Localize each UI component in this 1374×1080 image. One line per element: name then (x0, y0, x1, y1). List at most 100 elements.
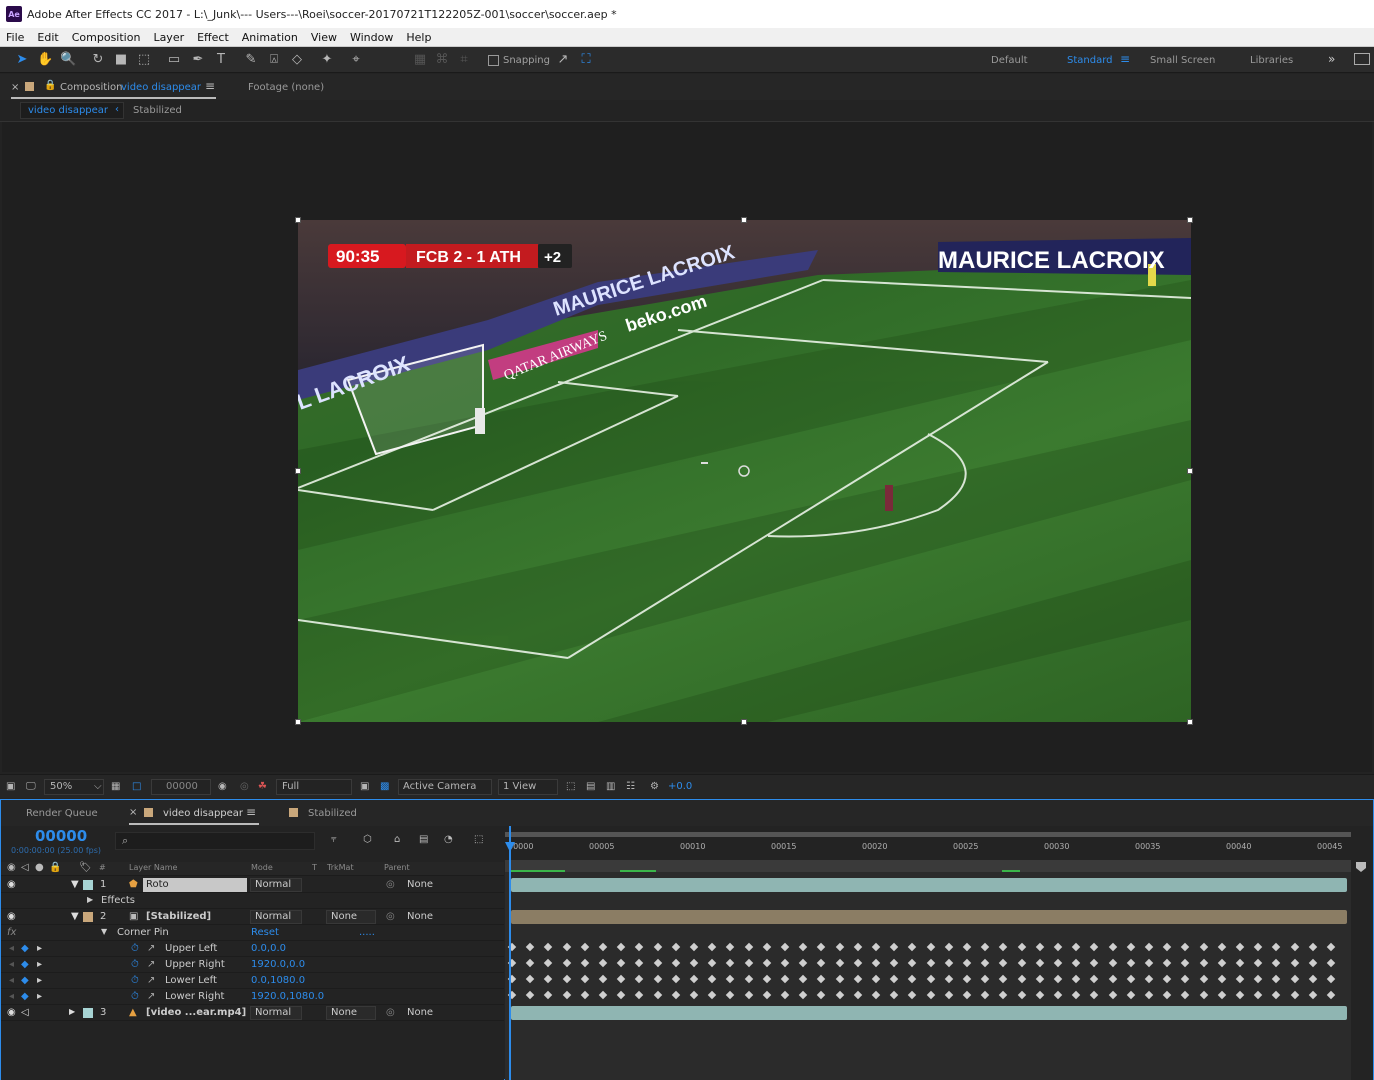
pick-whip-icon[interactable]: ◎ (386, 879, 395, 890)
keyframe-diamond[interactable] (562, 990, 571, 1000)
reset-button[interactable]: Reset (251, 927, 279, 938)
graph-editor-icon[interactable]: ⬚ (474, 834, 483, 845)
keyframe-icon[interactable]: ◆ (21, 991, 29, 1002)
camera-tool-icon[interactable]: ■ (113, 52, 129, 68)
layer-search-input[interactable]: ⌕ (115, 832, 315, 850)
keyframe-diamond[interactable] (1017, 990, 1026, 1000)
keyframe-diamond[interactable] (835, 974, 844, 984)
keyframe-diamond[interactable] (1144, 958, 1154, 968)
keyframe-diamond[interactable] (908, 990, 917, 1000)
keyframe-diamond[interactable] (871, 990, 881, 1000)
keyframe-diamond[interactable] (1090, 974, 1099, 984)
visibility-eye-icon[interactable]: ◉ (7, 1007, 16, 1018)
keyframe-diamond[interactable] (580, 942, 590, 952)
stopwatch-icon[interactable]: ⏱ (131, 975, 139, 986)
keyframe-diamond[interactable] (944, 990, 954, 1000)
layer-parent[interactable]: None (407, 1007, 433, 1018)
keyframe-diamond[interactable] (1308, 990, 1318, 1000)
transform-handle-tm[interactable] (741, 217, 747, 223)
keyframe-diamond[interactable] (999, 990, 1008, 1000)
keyframe-diamond[interactable] (980, 958, 990, 968)
workspace-standard[interactable]: Standard (1067, 55, 1113, 66)
keyframe-diamond[interactable] (1253, 958, 1263, 968)
clone-stamp-tool-icon[interactable]: ⍓ (266, 52, 282, 68)
keyframe-diamond[interactable] (598, 974, 608, 984)
keyframe-diamond[interactable] (562, 958, 571, 968)
workspace-default[interactable]: Default (991, 55, 1028, 66)
keyframe-diamond[interactable] (1272, 974, 1281, 984)
effects-label[interactable]: Effects (101, 895, 135, 906)
keyframe-diamond[interactable] (999, 958, 1008, 968)
keyframe-diamond[interactable] (1290, 990, 1299, 1000)
keyframe-diamond[interactable] (1071, 990, 1081, 1000)
keyframe-diamond[interactable] (1308, 974, 1318, 984)
keyframe-diamond[interactable] (689, 990, 699, 1000)
footage-tab[interactable]: Footage (none) (248, 82, 324, 93)
next-keyframe-icon[interactable]: ▸ (37, 991, 42, 1002)
hand-tool-icon[interactable]: ✋ (37, 52, 53, 68)
frame-blending-icon[interactable]: ▤ (419, 834, 428, 845)
keyframe-diamond[interactable] (1199, 958, 1208, 968)
keyframe-diamond[interactable] (1181, 974, 1190, 984)
keyframe-diamond[interactable] (1144, 974, 1154, 984)
keyframe-diamond[interactable] (1071, 942, 1081, 952)
keyframe-diamond[interactable] (1199, 974, 1208, 984)
keyframe-diamond[interactable] (616, 990, 626, 1000)
keyframe-diamond[interactable] (944, 958, 954, 968)
graph-icon[interactable]: ↗ (147, 991, 155, 1002)
time-ruler[interactable]: 00000 00005 00010 00015 00020 00025 0003… (505, 826, 1373, 860)
layer-label-color[interactable] (83, 912, 93, 922)
property-value[interactable]: 0.0,0.0 (251, 943, 286, 954)
keyframe-diamond[interactable] (962, 990, 972, 1000)
keyframe-diamond[interactable] (1162, 958, 1172, 968)
layer-parent[interactable]: None (407, 911, 433, 922)
keyframe-diamond[interactable] (635, 958, 644, 968)
layer-label-color[interactable] (83, 1008, 93, 1018)
keyframe-diamond[interactable] (616, 942, 626, 952)
keyframe-diamond[interactable] (1253, 990, 1263, 1000)
keyframe-diamond[interactable] (1035, 958, 1045, 968)
always-preview-icon[interactable]: ▣ (6, 781, 15, 792)
toggle-pixel-aspect-icon[interactable]: ⬚ (566, 781, 575, 792)
keyframe-icon[interactable]: ◆ (21, 959, 29, 970)
fast-previews-icon[interactable]: ▤ (586, 781, 595, 792)
keyframe-diamond[interactable] (726, 974, 735, 984)
collapse-arrow-icon[interactable]: ▼ (101, 927, 107, 936)
keyframe-diamond[interactable] (1217, 974, 1227, 984)
property-row-upper-left[interactable]: ◂ ◆ ▸ ⏱ ↗ Upper Left 0.0,0.0 (1, 941, 504, 957)
selection-tool-icon[interactable]: ➤ (14, 52, 30, 68)
keyframe-diamond[interactable] (580, 958, 590, 968)
layer-bar-roto[interactable] (511, 878, 1347, 892)
eraser-tool-icon[interactable]: ◇ (289, 52, 305, 68)
keyframe-diamond[interactable] (525, 974, 535, 984)
keyframe-diamond[interactable] (635, 990, 644, 1000)
graph-icon[interactable]: ↗ (147, 943, 155, 954)
keyframe-diamond[interactable] (653, 974, 662, 984)
keyframe-diamond[interactable] (1053, 990, 1063, 1000)
flowchart-icon[interactable]: ☷ (626, 781, 635, 792)
stopwatch-icon[interactable]: ⏱ (131, 943, 139, 954)
display-icon[interactable]: 🖵 (26, 781, 36, 792)
keyframe-diamond[interactable] (544, 974, 553, 984)
menu-composition[interactable]: Composition (72, 31, 141, 44)
keyframe-diamond[interactable] (889, 942, 899, 952)
keyframe-diamond[interactable] (1199, 990, 1208, 1000)
keyframe-diamond[interactable] (1162, 974, 1172, 984)
keyframe-diamond[interactable] (780, 958, 790, 968)
snapshot-icon[interactable]: ◉ (218, 781, 227, 792)
keyframe-diamond[interactable] (962, 942, 972, 952)
keyframe-diamond[interactable] (1326, 974, 1336, 984)
keyframe-diamond[interactable] (562, 942, 571, 952)
keyframe-diamond[interactable] (525, 958, 535, 968)
transform-handle-bl[interactable] (295, 719, 301, 725)
roto-brush-tool-icon[interactable]: ✦ (319, 52, 335, 68)
keyframe-diamond[interactable] (835, 958, 844, 968)
type-tool-icon[interactable]: T (213, 52, 229, 68)
keyframe-diamond[interactable] (1290, 942, 1299, 952)
keyframe-diamond[interactable] (1126, 974, 1136, 984)
keyframe-diamond[interactable] (1217, 942, 1227, 952)
layer-name[interactable]: [Stabilized] (146, 911, 211, 922)
menu-effect[interactable]: Effect (197, 31, 229, 44)
keyframe-diamond[interactable] (744, 990, 753, 1000)
show-snapshot-icon[interactable]: ◎ (240, 781, 249, 792)
